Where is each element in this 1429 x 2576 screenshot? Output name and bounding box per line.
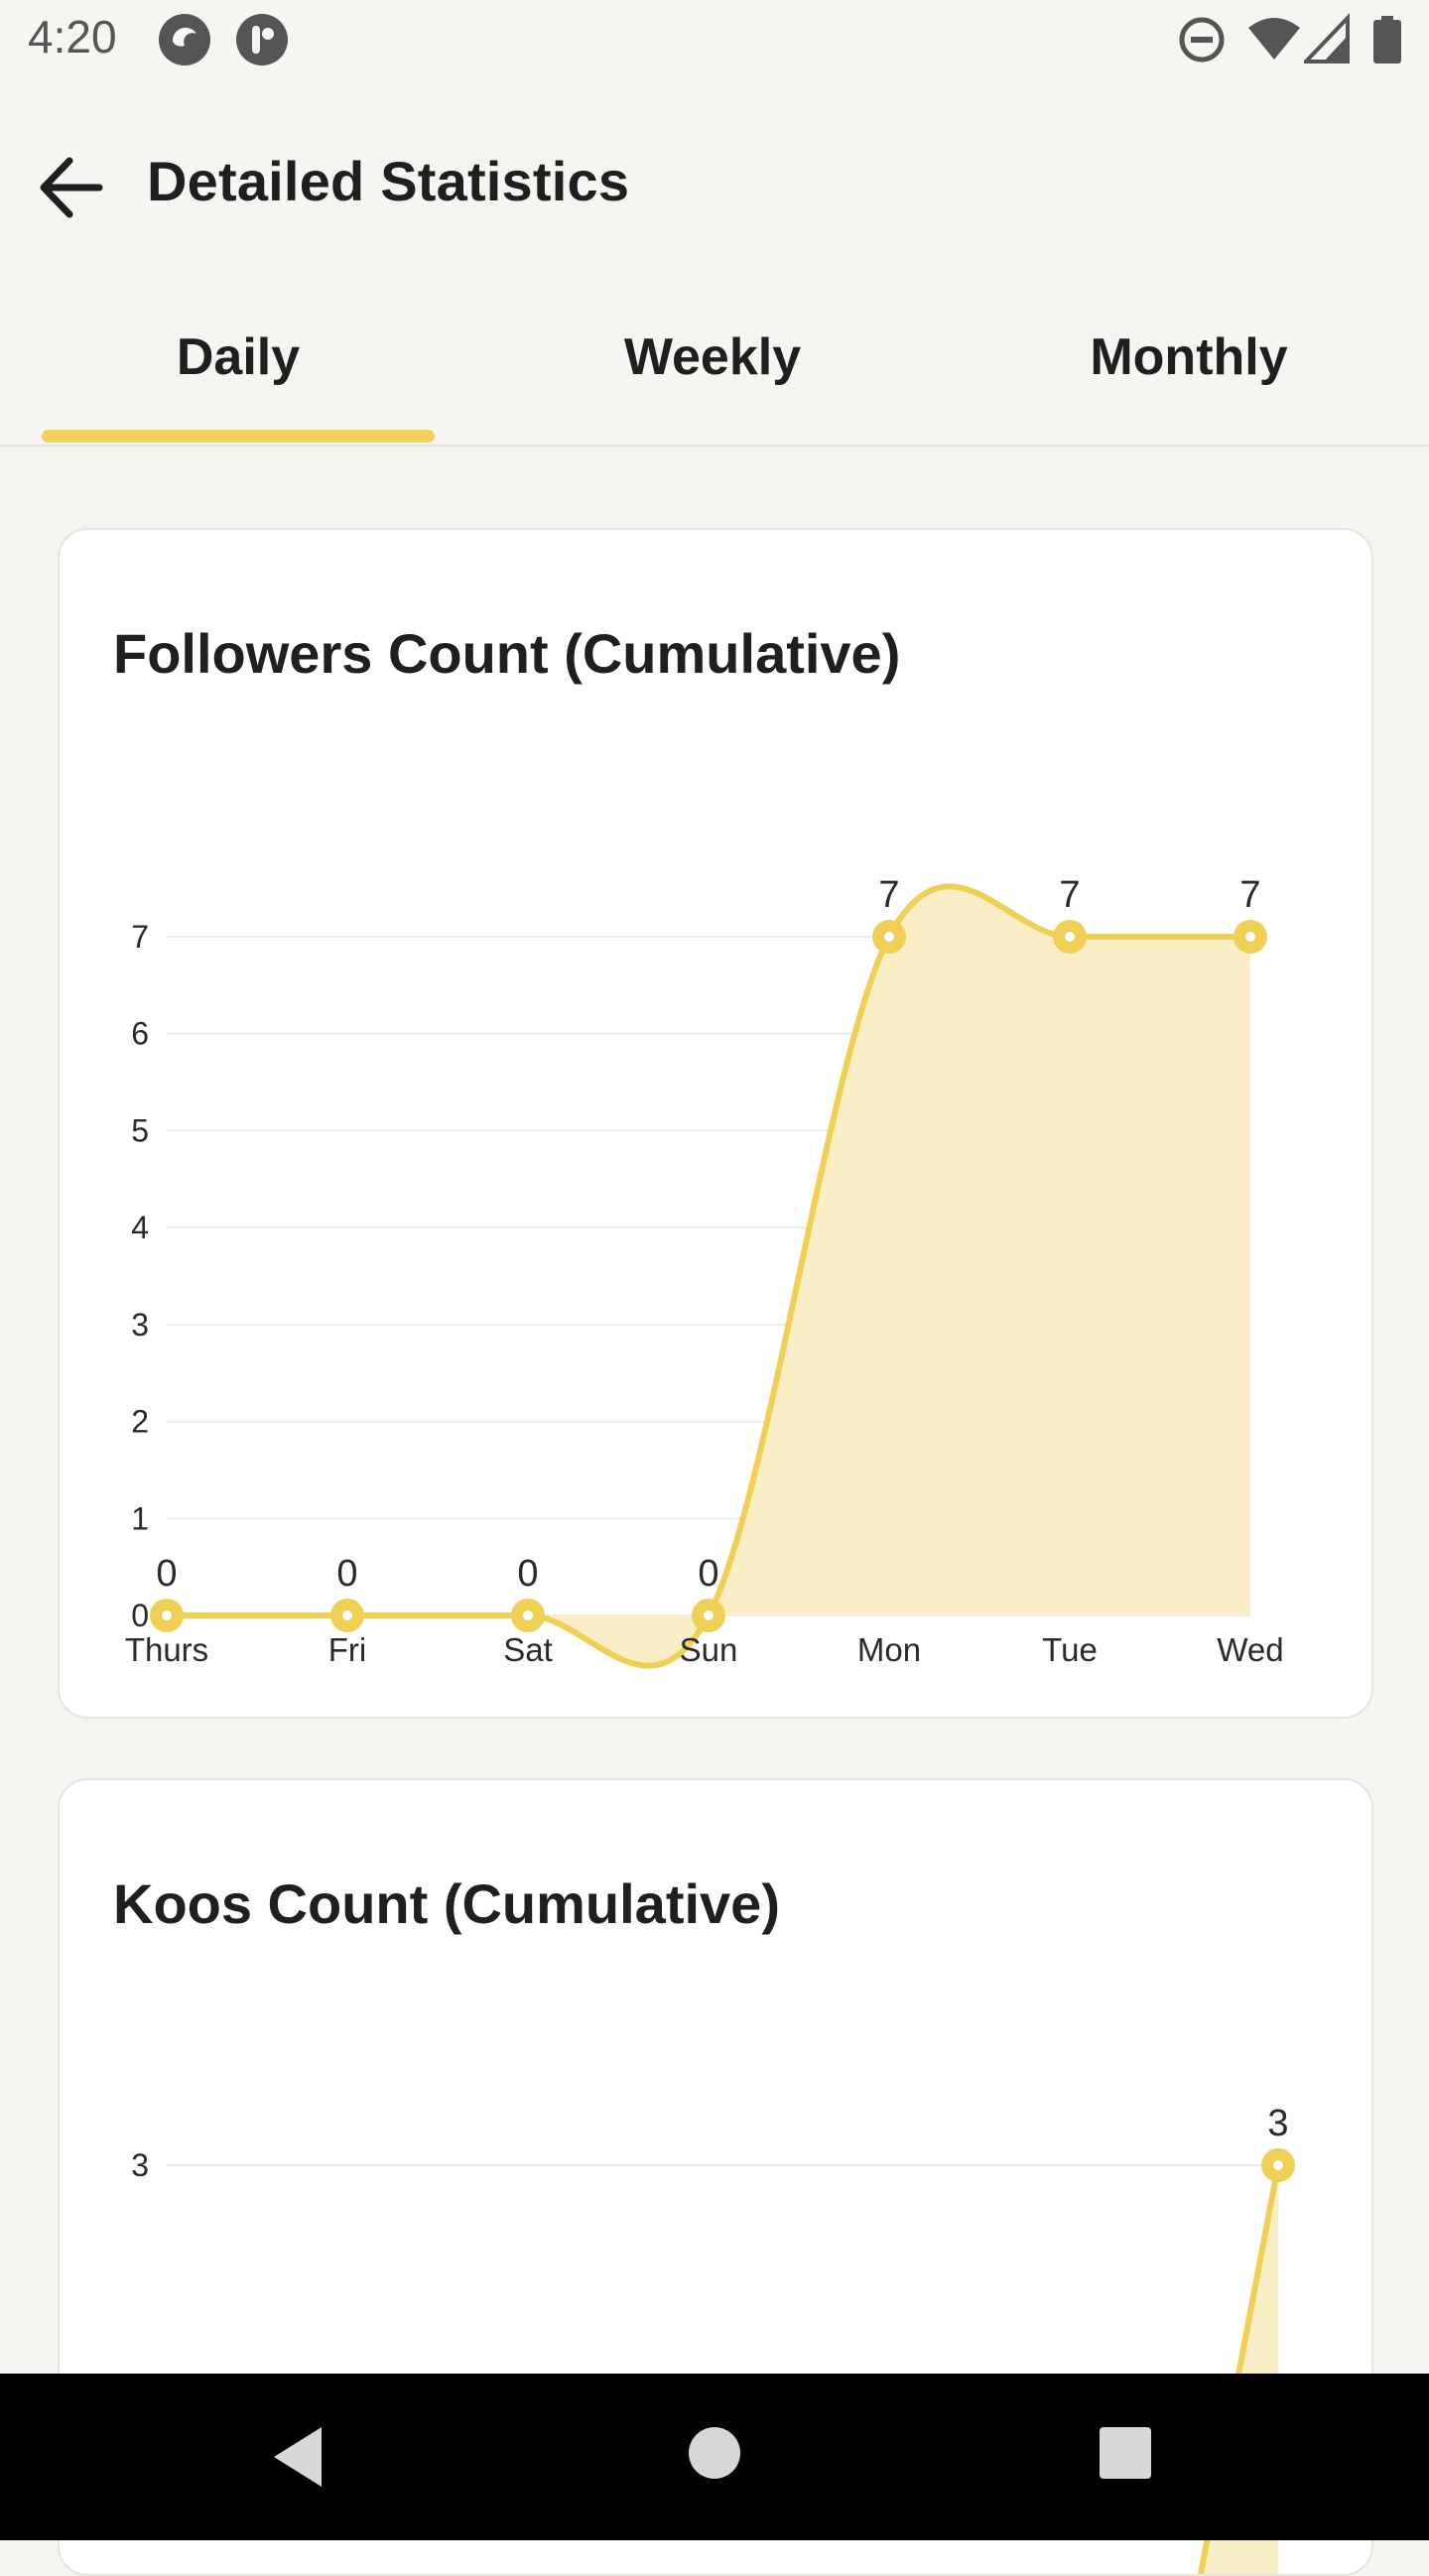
y-tick-label: 2 bbox=[131, 1404, 149, 1440]
app-icon-2 bbox=[236, 14, 288, 65]
tab-weekly[interactable]: Weekly bbox=[516, 327, 909, 427]
home-nav-icon[interactable] bbox=[687, 2425, 742, 2481]
data-label: 7 bbox=[1239, 874, 1260, 916]
signal-icon bbox=[1304, 13, 1350, 64]
data-label: 0 bbox=[156, 1553, 177, 1595]
data-label: 0 bbox=[336, 1553, 357, 1595]
arrow-left-icon bbox=[40, 157, 103, 218]
data-label: 0 bbox=[517, 1553, 538, 1595]
data-label: 7 bbox=[1059, 874, 1080, 916]
tab-monthly[interactable]: Monthly bbox=[992, 327, 1385, 427]
area-fill bbox=[167, 886, 1250, 1666]
do-not-disturb-icon bbox=[1179, 17, 1225, 63]
selected-tab-indicator bbox=[42, 430, 435, 443]
back-nav-icon[interactable] bbox=[268, 2423, 327, 2491]
y-tick-label: 3 bbox=[131, 2147, 149, 2183]
tab-bar: Daily Weekly Monthly bbox=[0, 288, 1429, 447]
navigation-bar bbox=[0, 2374, 1429, 2540]
data-label: 7 bbox=[878, 874, 899, 916]
x-tick-label: Mon bbox=[857, 1631, 921, 1668]
data-point-center bbox=[342, 1610, 352, 1620]
y-tick-label: 6 bbox=[131, 1016, 149, 1052]
followers-chart-card: Followers Count (Cumulative) 01234567000… bbox=[58, 528, 1373, 1719]
followers-chart: 012345670 0 0 07 7 7Thurs Fri Sat Sun Mon Tue Wed bbox=[125, 874, 1284, 1669]
y-tick-label: 1 bbox=[131, 1500, 149, 1536]
page-title: Detailed Statistics bbox=[147, 150, 630, 212]
data-point-center bbox=[523, 1610, 533, 1620]
x-tick-label: Fri bbox=[328, 1631, 366, 1668]
recents-nav-icon[interactable] bbox=[1098, 2425, 1153, 2481]
data-point-center bbox=[884, 932, 894, 942]
x-tick-label: Wed bbox=[1217, 1631, 1283, 1668]
tab-daily[interactable]: Daily bbox=[42, 327, 435, 427]
battery-icon bbox=[1373, 16, 1401, 64]
data-label: 0 bbox=[698, 1553, 718, 1595]
data-point-center bbox=[162, 1610, 172, 1620]
data-point-center bbox=[1065, 932, 1075, 942]
y-tick-label: 5 bbox=[131, 1112, 149, 1148]
status-bar: 4:20 bbox=[0, 0, 1429, 83]
y-tick-label: 0 bbox=[131, 1598, 149, 1633]
y-tick-label: 3 bbox=[131, 1307, 149, 1343]
app-icon-1 bbox=[159, 14, 210, 65]
back-button[interactable] bbox=[30, 143, 119, 232]
app-bar: Detailed Statistics bbox=[0, 83, 1429, 272]
y-tick-label: 7 bbox=[131, 919, 149, 955]
status-time: 4:20 bbox=[28, 11, 117, 63]
wifi-icon bbox=[1248, 18, 1300, 60]
x-tick-label: Thurs bbox=[125, 1631, 208, 1668]
y-tick-label: 4 bbox=[131, 1210, 149, 1245]
x-tick-label: Tue bbox=[1042, 1631, 1098, 1668]
x-tick-label: Sun bbox=[680, 1631, 738, 1668]
data-point-center bbox=[704, 1610, 714, 1620]
data-point-center bbox=[1273, 2160, 1283, 2170]
data-point-center bbox=[1245, 932, 1255, 942]
data-label: 3 bbox=[1267, 2103, 1288, 2144]
x-tick-label: Sat bbox=[503, 1631, 553, 1668]
